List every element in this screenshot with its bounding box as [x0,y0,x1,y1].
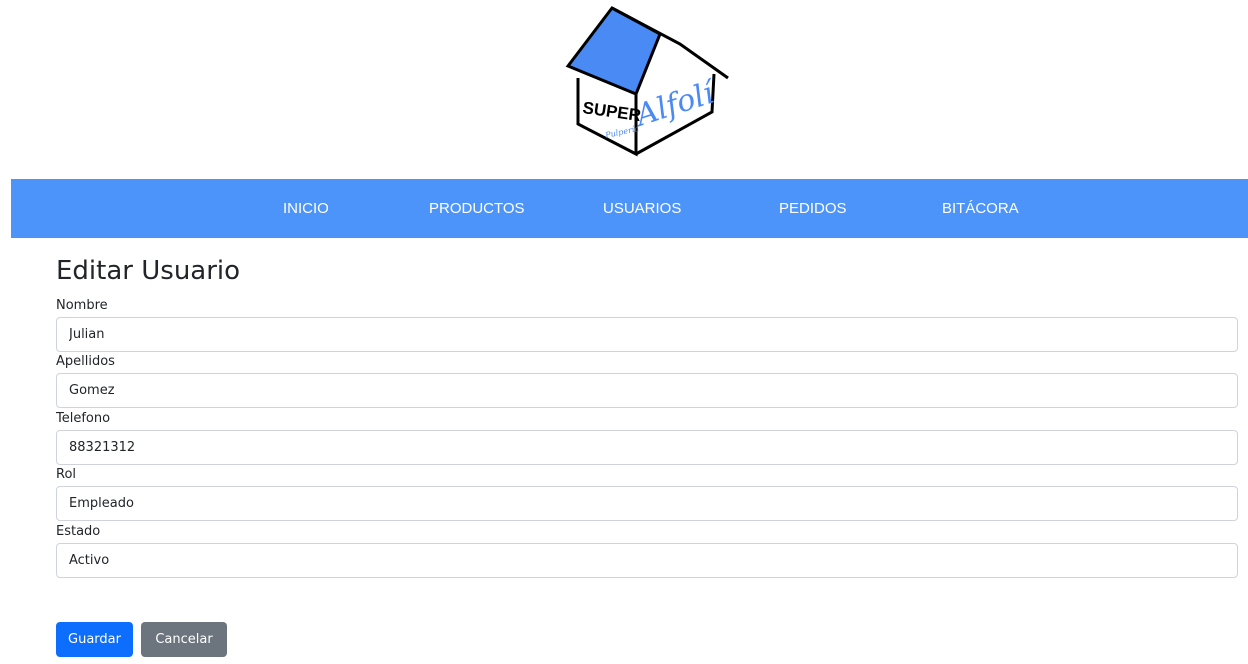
save-button[interactable]: Guardar [56,622,133,657]
estado-label: Estado [56,524,101,539]
telefono-label: Telefono [56,411,111,426]
estado-input[interactable] [56,543,1238,578]
nombre-input[interactable] [56,317,1238,352]
nav-item-bitacora[interactable]: BITÁCORA [942,179,1019,238]
apellidos-input[interactable] [56,373,1238,408]
house-logo-icon: SUPER Alfolí Pulpería [565,6,730,157]
nombre-label: Nombre [56,298,108,313]
telefono-input[interactable] [56,430,1238,465]
apellidos-label: Apellidos [56,354,115,369]
nav-item-inicio[interactable]: INICIO [283,179,329,238]
nav-item-usuarios[interactable]: USUARIOS [603,179,681,238]
main-navbar: INICIO PRODUCTOS USUARIOS PEDIDOS BITÁCO… [11,179,1248,238]
rol-input[interactable] [56,486,1238,521]
cancel-button[interactable]: Cancelar [141,622,227,657]
rol-label: Rol [56,467,77,482]
site-logo[interactable]: SUPER Alfolí Pulpería [560,4,740,160]
nav-item-pedidos[interactable]: PEDIDOS [779,179,847,238]
nav-item-productos[interactable]: PRODUCTOS [429,179,525,238]
page-title: Editar Usuario [56,256,241,286]
